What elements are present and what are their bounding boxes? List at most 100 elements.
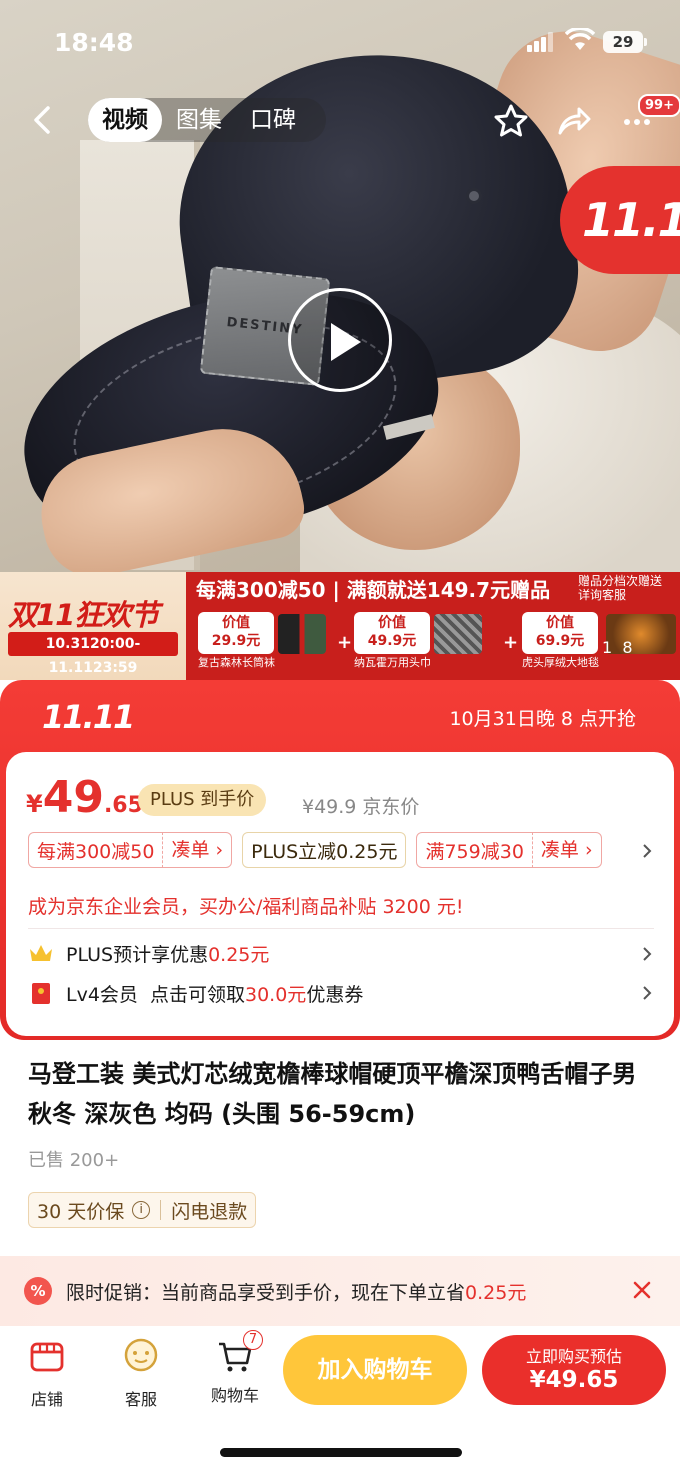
gift-value: 69.9元 [535, 633, 585, 649]
more-badge: 99+ [638, 94, 680, 117]
coupon-chip[interactable]: 每满300减50 凑单 › [28, 832, 233, 868]
coupon-chip[interactable]: PLUS立减0.25元 [242, 832, 407, 868]
gift-value-label: 价值 [546, 615, 574, 631]
flash-promo-text: 限时促销：当前商品享受到手价，现在下单立省0.25元 [66, 1278, 526, 1305]
shop-button[interactable]: 店铺 [7, 1336, 87, 1410]
perk-amount: 30.0元 [245, 983, 307, 1006]
festival-name: 双11狂欢节 [8, 598, 159, 632]
coupon-chip[interactable]: 满759减30 凑单 › [416, 832, 602, 868]
media-tabs: 视频 图集 口碑 [88, 98, 326, 142]
home-indicator[interactable] [220, 1448, 462, 1457]
gift-value-label: 价值 [378, 615, 406, 631]
promo-headline: 每满300减50 | 满额就送149.7元赠品 [196, 578, 551, 602]
product-page: DESTINY 18:48 29 视频 图集 口碑 99+ 11.11 [0, 0, 680, 1472]
perk-suffix: 优惠券 [306, 983, 364, 1006]
service-label: 客服 [124, 1390, 157, 1409]
service-guarantee[interactable]: 30 天价保 i 闪电退款 [28, 1192, 257, 1228]
share-icon[interactable] [555, 102, 593, 140]
gift-name: 纳瓦霍万用头巾 [354, 656, 431, 669]
close-icon[interactable] [628, 1276, 656, 1304]
perk-label: Lv4会员 点击可领取 [66, 983, 245, 1006]
bandana-image [434, 614, 482, 654]
plus-perk-row[interactable]: PLUS预计享优惠 0.25元 [28, 938, 269, 968]
plus-sign: + [337, 632, 353, 653]
red-envelope-icon [32, 983, 50, 1004]
perk-amount: 0.25元 [208, 943, 270, 966]
cap-eyelet [466, 188, 482, 204]
wifi-icon [565, 28, 595, 50]
battery-level: 29 [612, 33, 634, 51]
cart-label: 购物车 [210, 1386, 259, 1405]
gift-value: 49.9元 [367, 633, 417, 649]
double11-small-logo: 11.11 [42, 698, 135, 736]
cart-button[interactable]: 7 购物车 [195, 1330, 275, 1406]
festival-dates: 10.3120:00-11.1123:59 [8, 632, 178, 676]
info-icon[interactable]: i [132, 1201, 151, 1219]
sale-start-notice: 10月31日晚 8 点开抢 [449, 708, 636, 730]
crown-icon [30, 945, 52, 961]
sold-count: 已售 200+ [28, 1150, 120, 1171]
chevron-right-icon[interactable] [640, 945, 654, 963]
shop-label: 店铺 [30, 1390, 63, 1409]
play-video-button[interactable] [288, 288, 392, 392]
plus-price-tag: PLUS 到手价 [138, 784, 267, 816]
coupon-row[interactable]: 每满300减50 凑单 › PLUS立减0.25元 满759减30 凑单 › [28, 832, 602, 868]
percent-icon: % [24, 1277, 52, 1305]
coupon-action[interactable]: 凑单 › [162, 832, 231, 868]
status-bar: 18:48 29 [0, 0, 680, 88]
gift-value: 29.9元 [211, 633, 261, 649]
gift-item: 价值 49.9元 纳瓦霍万用头巾 [354, 612, 484, 669]
plus-sign: + [503, 632, 519, 653]
enterprise-member-offer[interactable]: 成为京东企业会员，买办公/福利商品补贴 3200 元! [28, 892, 463, 919]
tab-video[interactable]: 视频 [88, 98, 162, 142]
cart-icon-wrap: 7 [215, 1330, 263, 1376]
star-icon[interactable] [492, 102, 530, 140]
tab-gallery[interactable]: 图集 [162, 98, 236, 142]
price-protect-label: 30 天价保 [37, 1200, 125, 1223]
double11-logo[interactable]: 11.11 [560, 166, 680, 274]
side-note-line-1: 赠品分档次赠送 [578, 574, 663, 588]
coupon-label: 满759减30 [425, 840, 524, 863]
flash-promo-amount: 0.25元 [465, 1281, 527, 1304]
buy-now-button[interactable]: 立即购买预估 ¥49.65 [482, 1335, 666, 1405]
jd-price: ¥49.9 京东价 [302, 796, 420, 818]
tab-reviews[interactable]: 口碑 [236, 98, 310, 142]
add-to-cart-button[interactable]: 加入购物车 [283, 1335, 467, 1405]
customer-service-button[interactable]: 客服 [101, 1336, 181, 1410]
cellular-signal-icon [527, 32, 555, 52]
current-price: ¥49.65 [26, 772, 143, 823]
coupon-label: 每满300减50 [37, 840, 155, 863]
flash-promo-bar[interactable]: % 限时促销：当前商品享受到手价，现在下单立省0.25元 [0, 1256, 680, 1326]
divider [28, 928, 654, 929]
perk-label: PLUS预计享优惠 [66, 943, 209, 966]
buy-now-price: ¥49.65 [529, 1367, 619, 1393]
gift-name: 复古森林长筒袜 [198, 656, 275, 669]
chevron-right-icon[interactable] [640, 842, 654, 860]
cart-count-badge: 7 [243, 1330, 263, 1350]
battery-icon: 29 [603, 31, 647, 53]
product-title: 马登工装 美式灯芯绒宽檐棒球帽硬顶平檐深顶鸭舌帽子男秋冬 深灰色 均码 (头围 … [28, 1060, 637, 1128]
status-time: 18:48 [54, 28, 134, 57]
gift-pager: 1 8 [602, 638, 633, 657]
back-arrow-icon[interactable] [28, 104, 60, 136]
chevron-right-icon[interactable] [640, 984, 654, 1002]
gift-value-pill: 价值 69.9元 [522, 612, 598, 654]
gift-value-pill: 价值 29.9元 [198, 612, 274, 654]
price-currency: ¥ [26, 790, 43, 818]
gift-item: 价值 29.9元 复古森林长筒袜 [198, 612, 328, 669]
gift-name: 虎头厚绒大地毯 [522, 656, 599, 669]
shop-icon [30, 1342, 64, 1372]
gift-value-label: 价值 [222, 615, 250, 631]
member-coupon-row[interactable]: Lv4会员 点击可领取 30.0元 优惠券 [28, 978, 363, 1008]
festival-promo-banner[interactable]: 双11狂欢节 10.3120:00-11.1123:59 每满300减50 | … [0, 572, 680, 680]
price-decimal: .65 [103, 793, 143, 818]
divider [160, 1200, 162, 1220]
flash-promo-label: 限时促销：当前商品享受到手价，现在下单立省 [66, 1281, 466, 1304]
promo-side-note: 赠品分档次赠送 详询客服 [578, 574, 678, 602]
buy-now-label: 立即购买预估 [525, 1347, 622, 1366]
socks-image [278, 614, 326, 654]
coupon-action[interactable]: 凑单 › [531, 832, 601, 868]
customer-service-icon [124, 1338, 158, 1372]
price-integer: 49 [42, 772, 104, 823]
fast-refund-label: 闪电退款 [171, 1200, 248, 1223]
